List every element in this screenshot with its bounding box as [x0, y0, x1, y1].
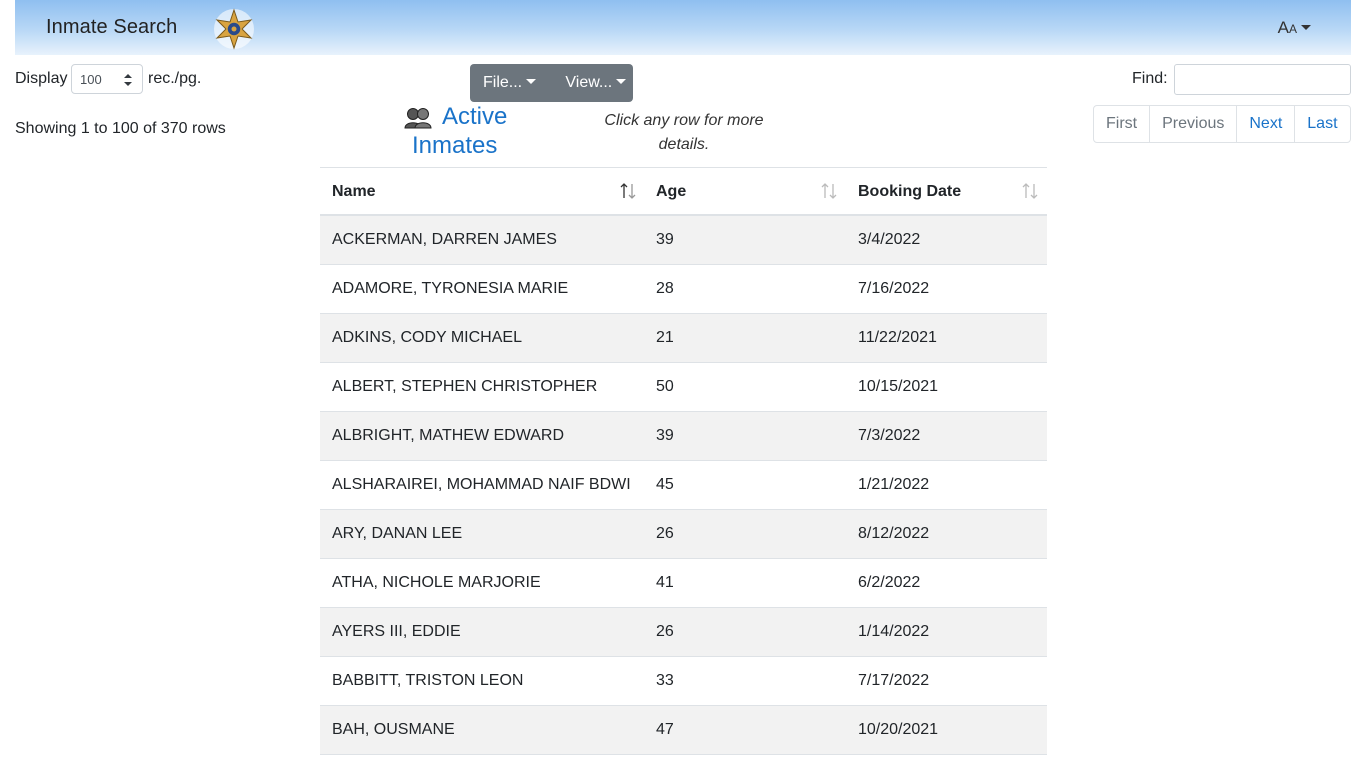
top-navbar: Inmate Search AA — [15, 0, 1351, 55]
cell-age: 26 — [656, 623, 674, 640]
view-menu-button[interactable]: View... — [552, 64, 633, 102]
cell-age: 21 — [656, 329, 674, 346]
cell-booking-date: 7/16/2022 — [858, 280, 930, 297]
cell-name: BAH, OUSMANE — [332, 721, 455, 738]
records-per-page-select[interactable]: 100 — [71, 64, 143, 94]
sheriff-star-badge-icon — [214, 8, 254, 50]
cell-name: ARY, DANAN LEE — [332, 525, 463, 542]
table-row[interactable]: ATHA, NICHOLE MARJORIE 41 6/2/2022 — [320, 559, 1047, 608]
view-button-label: View... — [565, 74, 613, 91]
file-menu-button[interactable]: File... — [470, 64, 552, 102]
cell-name: ACKERMAN, DARREN JAMES — [332, 231, 557, 248]
cell-booking-date: 8/12/2022 — [858, 525, 930, 542]
table-row[interactable]: ALBERT, STEPHEN CHRISTOPHER 50 10/15/2021 — [320, 363, 1047, 412]
cell-booking-date: 1/21/2022 — [858, 476, 930, 493]
cell-age: 41 — [656, 574, 674, 591]
cell-age: 33 — [656, 672, 674, 689]
cell-booking-date: 3/4/2022 — [858, 231, 921, 248]
table-header: Name Age Booking Date — [320, 167, 1047, 216]
column-header-booking-date[interactable]: Booking Date — [858, 183, 961, 201]
cell-name: ALBRIGHT, MATHEW EDWARD — [332, 427, 565, 444]
records-per-page-value: 100 — [80, 72, 102, 87]
cell-name: BABBITT, TRISTON LEON — [332, 672, 524, 689]
table-row[interactable]: ADKINS, CODY MICHAEL 21 11/22/2021 — [320, 314, 1047, 363]
cell-age: 50 — [656, 378, 674, 395]
cell-name: ALBERT, STEPHEN CHRISTOPHER — [332, 378, 598, 395]
select-arrows-icon — [124, 74, 132, 86]
table-row[interactable]: AYERS III, EDDIE 26 1/14/2022 — [320, 608, 1047, 657]
table-row[interactable]: ALSHARAIREI, MOHAMMAD NAIF BDWI 45 1/21/20… — [320, 461, 1047, 510]
file-view-button-group: File... View... — [470, 64, 633, 102]
font-toggle-small-label: A — [1288, 22, 1297, 36]
display-label: Display — [15, 70, 68, 87]
chevron-down-icon — [616, 79, 627, 84]
cell-booking-date: 10/15/2021 — [858, 378, 939, 395]
table-row[interactable]: ACKERMAN, DARREN JAMES 39 3/4/2022 — [320, 216, 1047, 265]
table-row[interactable]: ALBRIGHT, MATHEW EDWARD 39 7/3/2022 — [320, 412, 1047, 461]
cell-name: ADAMORE, TYRONESIA MARIE — [332, 280, 569, 297]
pagination: First Previous Next Last — [1093, 105, 1351, 143]
cell-booking-date: 10/20/2021 — [858, 721, 939, 738]
row-click-hint: Click any row for more details. — [604, 112, 764, 153]
chevron-down-icon — [526, 79, 537, 84]
people-icon — [404, 108, 432, 129]
font-toggle-big-label: A — [1277, 18, 1289, 37]
table-row[interactable]: BAH, OUSMANE 47 10/20/2021 — [320, 706, 1047, 755]
cell-booking-date: 11/22/2021 — [858, 329, 937, 346]
table-body: ACKERMAN, DARREN JAMES 39 3/4/2022 ADAMORE,… — [320, 216, 1047, 755]
cell-age: 39 — [656, 231, 674, 248]
table-row[interactable]: ADAMORE, TYRONESIA MARIE 28 7/16/2022 — [320, 265, 1047, 314]
pagination-next[interactable]: Next — [1237, 106, 1296, 142]
cell-name: AYERS III, EDDIE — [332, 623, 461, 640]
page-title-line1: Active — [442, 103, 508, 130]
pagination-last[interactable]: Last — [1295, 106, 1349, 142]
sort-icon[interactable] — [1022, 182, 1038, 200]
find-input[interactable] — [1174, 64, 1351, 95]
column-header-age[interactable]: Age — [656, 183, 686, 201]
cell-age: 28 — [656, 280, 674, 297]
page-title-line2: Inmates — [412, 132, 498, 159]
pagination-first[interactable]: First — [1094, 106, 1151, 142]
inmates-table: Name Age Booking Date ACKERMAN, DARREN J… — [320, 167, 1047, 755]
sort-icon[interactable] — [821, 182, 837, 200]
cell-age: 26 — [656, 525, 674, 542]
table-row[interactable]: ARY, DANAN LEE 26 8/12/2022 — [320, 510, 1047, 559]
pagination-previous[interactable]: Previous — [1150, 106, 1238, 142]
cell-booking-date: 7/17/2022 — [858, 672, 930, 689]
cell-booking-date: 1/14/2022 — [858, 623, 930, 640]
cell-booking-date: 7/3/2022 — [858, 427, 921, 444]
cell-name: ADKINS, CODY MICHAEL — [332, 329, 522, 346]
cell-age: 47 — [656, 721, 674, 738]
cell-age: 45 — [656, 476, 674, 493]
records-per-page-suffix: rec./pg. — [148, 70, 202, 87]
cell-booking-date: 6/2/2022 — [858, 574, 921, 591]
table-row[interactable]: BABBITT, TRISTON LEON 33 7/17/2022 — [320, 657, 1047, 706]
showing-rows-text: Showing 1 to 100 of 370 rows — [15, 120, 226, 137]
app-title[interactable]: Inmate Search — [46, 16, 177, 39]
cell-name: ATHA, NICHOLE MARJORIE — [332, 574, 541, 591]
font-size-toggle[interactable]: AA — [1278, 18, 1311, 38]
cell-name: ALSHARAIREI, MOHAMMAD NAIF BDWI — [332, 476, 631, 493]
find-label: Find: — [1132, 70, 1168, 87]
cell-age: 39 — [656, 427, 674, 444]
chevron-down-icon — [1301, 25, 1311, 30]
file-button-label: File... — [483, 74, 523, 91]
sort-icon[interactable] — [620, 182, 636, 200]
column-header-name[interactable]: Name — [332, 183, 376, 201]
